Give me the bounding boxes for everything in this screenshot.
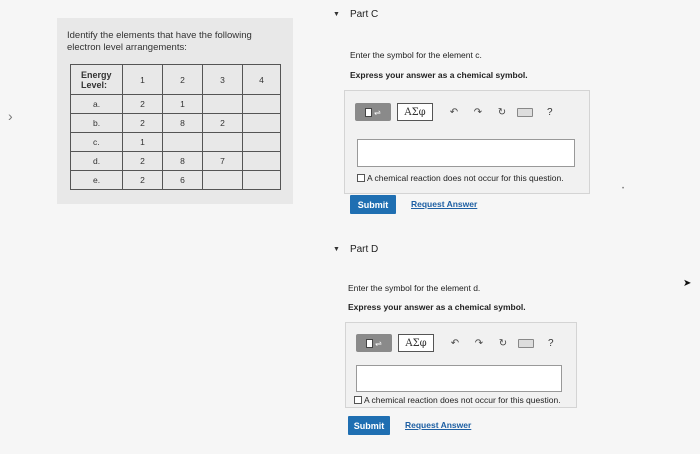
table-cell: 2: [122, 151, 163, 171]
part-d-header[interactable]: ▼ Part D: [333, 244, 378, 255]
table-cell: [242, 170, 281, 190]
part-c-no-reaction[interactable]: A chemical reaction does not occur for t…: [357, 173, 564, 183]
redo-icon[interactable]: ↷: [469, 107, 487, 118]
checkbox[interactable]: [354, 396, 362, 404]
caret-down-icon[interactable]: ▼: [333, 246, 340, 253]
part-d-no-reaction[interactable]: A chemical reaction does not occur for t…: [354, 395, 561, 405]
table-row: c. 1: [70, 132, 281, 152]
question-prompt: Identify the elements that have the foll…: [67, 30, 252, 53]
table-cell: 8: [162, 113, 203, 133]
table-cell: [242, 132, 281, 152]
keyboard-icon[interactable]: [517, 107, 533, 117]
fraction-template-button[interactable]: ⇌: [356, 334, 392, 352]
table-cell: 1: [162, 94, 203, 114]
keyboard-icon[interactable]: [518, 338, 534, 348]
part-d-request-answer-link[interactable]: Request Answer: [405, 420, 471, 430]
table-cell: 2: [122, 94, 163, 114]
checkbox-label: A chemical reaction does not occur for t…: [367, 173, 564, 183]
checkbox[interactable]: [357, 174, 365, 182]
greek-symbols-button[interactable]: ΑΣφ: [398, 334, 434, 352]
table-header-cell: Energy Level:: [70, 64, 123, 95]
table-cell: [242, 151, 281, 171]
table-cell: 7: [202, 151, 243, 171]
part-c-title: Part C: [349, 9, 379, 20]
table-cell: 2: [122, 170, 163, 190]
table-cell: 2: [202, 113, 243, 133]
part-d-format: Express your answer as a chemical symbol…: [348, 302, 526, 312]
table-cell: [162, 132, 203, 152]
prev-arrow-icon[interactable]: ›: [8, 108, 13, 124]
part-c-toolbar: ⇌ ΑΣφ ↶ ↷ ↻ ?: [355, 101, 571, 123]
help-icon[interactable]: ?: [548, 338, 554, 349]
part-d-submit-button[interactable]: Submit: [348, 416, 390, 435]
part-c-answer-input[interactable]: [357, 139, 575, 167]
reset-icon[interactable]: ↻: [493, 107, 511, 118]
row-label: d.: [70, 151, 123, 171]
table-cell: [202, 132, 243, 152]
table-cell: [202, 94, 243, 114]
table-cell: [202, 170, 243, 190]
part-c-submit-button[interactable]: Submit: [350, 195, 396, 214]
table-cell: 2: [122, 113, 163, 133]
row-label: c.: [70, 132, 123, 152]
caret-down-icon[interactable]: ▼: [333, 11, 340, 18]
part-c-format: Express your answer as a chemical symbol…: [350, 70, 528, 80]
template-equals-icon: ⇌: [375, 338, 382, 348]
checkbox-label: A chemical reaction does not occur for t…: [364, 395, 561, 405]
part-d-instruction: Enter the symbol for the element d.: [348, 283, 481, 293]
table-row: b. 2 8 2: [70, 113, 281, 133]
template-equals-icon: ⇌: [374, 107, 381, 117]
part-d-answer-input[interactable]: [356, 365, 562, 392]
mouse-pointer-icon: ➤: [683, 278, 692, 289]
table-header-cell: 1: [122, 64, 163, 95]
table-cell: [242, 94, 281, 114]
part-d-toolbar: ⇌ ΑΣφ ↶ ↷ ↻ ?: [356, 332, 566, 354]
table-row: a. 2 1: [70, 94, 281, 114]
table-header-cell: 3: [202, 64, 243, 95]
fraction-template-button[interactable]: ⇌: [355, 103, 391, 121]
reset-icon[interactable]: ↻: [494, 338, 512, 349]
table-row: e. 2 6: [70, 170, 281, 190]
row-label: a.: [70, 94, 123, 114]
part-c-answer-box: ⇌ ΑΣφ ↶ ↷ ↻ ? A chemical reaction does n…: [344, 90, 590, 194]
greek-symbols-button[interactable]: ΑΣφ: [397, 103, 433, 121]
part-c-header[interactable]: ▼ Part C: [333, 9, 378, 20]
row-label: e.: [70, 170, 123, 190]
electron-level-table: Energy Level: 1 2 3 4 a. 2 1 b. 2 8 2 c.…: [70, 64, 281, 190]
table-cell: 8: [162, 151, 203, 171]
question-panel: Identify the elements that have the foll…: [57, 18, 293, 204]
table-cell: 1: [122, 132, 163, 152]
table-header-row: Energy Level: 1 2 3 4: [70, 64, 281, 95]
table-cell: 6: [162, 170, 203, 190]
part-d-title: Part D: [349, 244, 379, 255]
template-square-icon: [366, 338, 374, 348]
part-c-instruction: Enter the symbol for the element c.: [350, 50, 482, 60]
redo-icon[interactable]: ↷: [470, 338, 488, 349]
table-header-cell: 2: [162, 64, 203, 95]
undo-icon[interactable]: ↶: [446, 338, 464, 349]
part-d-answer-box: ⇌ ΑΣφ ↶ ↷ ↻ ? A chemical reaction does n…: [345, 322, 577, 408]
undo-icon[interactable]: ↶: [445, 107, 463, 118]
table-header-cell: 4: [242, 64, 281, 95]
help-icon[interactable]: ?: [547, 107, 553, 118]
table-row: d. 2 8 7: [70, 151, 281, 171]
row-label: b.: [70, 113, 123, 133]
template-square-icon: [365, 107, 373, 117]
part-c-request-answer-link[interactable]: Request Answer: [411, 199, 477, 209]
dot-marker-icon: •: [622, 186, 625, 192]
table-cell: [242, 113, 281, 133]
